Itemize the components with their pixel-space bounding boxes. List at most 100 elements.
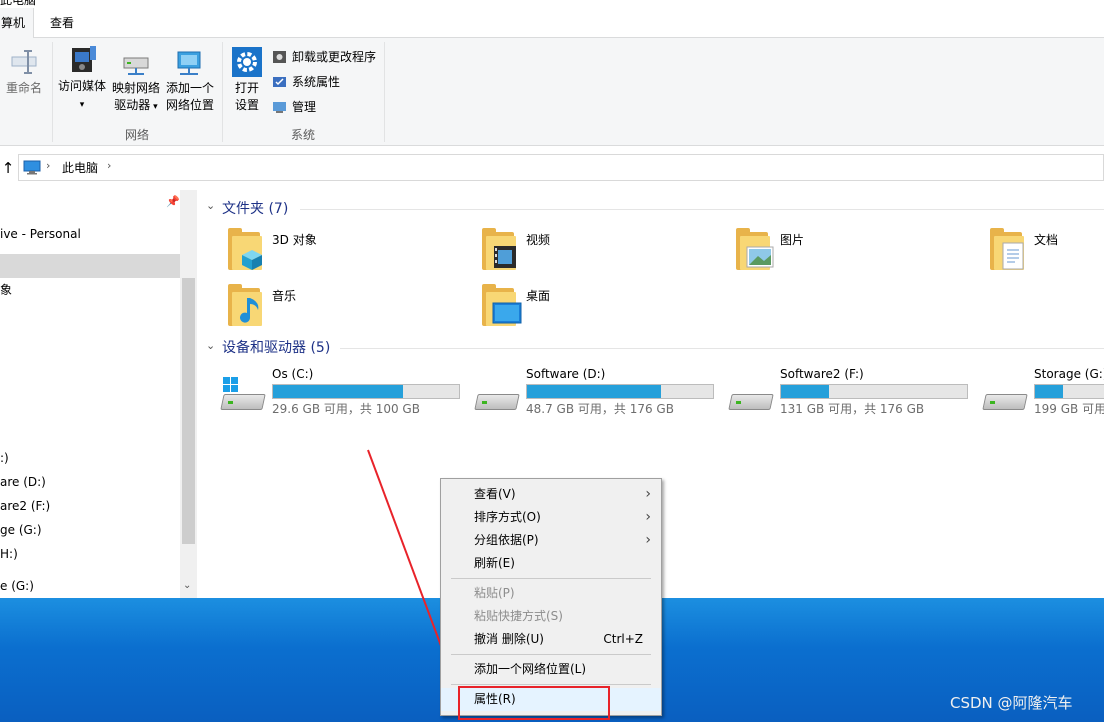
menu-separator <box>451 578 651 579</box>
pin-icon[interactable]: 📌 <box>166 195 180 208</box>
breadcrumb-chevron-icon: › <box>46 159 51 172</box>
drive-free-space: 199 GB 可用 <box>1034 402 1104 416</box>
drive-g-icon[interactable] <box>982 376 1028 414</box>
menu-item-sort[interactable]: 排序方式(O) › <box>441 506 661 529</box>
menu-item-label: 粘贴快捷方式(S) <box>474 609 563 623</box>
menu-item-label: 刷新(E) <box>474 556 515 570</box>
nav-item-drive-h[interactable]: H:) <box>0 543 18 565</box>
drive-c-icon[interactable] <box>220 376 266 414</box>
drives-header[interactable]: 设备和驱动器 (5) <box>222 338 330 358</box>
menu-item-label: 排序方式(O) <box>474 510 541 524</box>
nav-item-drive-d[interactable]: are (D:) <box>0 471 46 493</box>
drive-free-space: 131 GB 可用，共 176 GB <box>780 402 925 416</box>
ribbon: 重命名 访问媒体 ▾ 映射网络 驱动器 ▾ 添加一个 网络位置 网络 打开 设置 <box>0 38 1104 146</box>
section-divider <box>300 209 1104 210</box>
folder-3d-objects-icon[interactable] <box>226 228 270 274</box>
menu-item-view[interactable]: 查看(V) › <box>441 483 661 506</box>
uninstall-program-button[interactable]: 卸载或更改程序 <box>272 47 376 67</box>
menu-item-refresh[interactable]: 刷新(E) <box>441 552 661 575</box>
drive-usage-fill <box>781 385 830 398</box>
drive-name[interactable]: Software (D:) <box>526 366 605 382</box>
nav-item-drive-g[interactable]: ge (G:) <box>0 519 42 541</box>
section-divider <box>340 348 1104 349</box>
menu-item-paste-shortcut[interactable]: 粘贴快捷方式(S) <box>441 605 661 628</box>
drive-usage-fill <box>273 385 404 398</box>
drive-name[interactable]: Software2 (F:) <box>780 366 864 382</box>
drive-usage-bar <box>272 384 460 399</box>
drive-free-space: 48.7 GB 可用，共 176 GB <box>526 402 674 416</box>
breadcrumb-chevron-icon[interactable]: › <box>107 159 111 172</box>
folder-videos-icon[interactable] <box>480 228 524 274</box>
folder-label[interactable]: 3D 对象 <box>272 231 317 249</box>
gear-icon <box>231 46 263 78</box>
folder-label[interactable]: 音乐 <box>272 287 296 305</box>
menu-item-group[interactable]: 分组依据(P) › <box>441 529 661 552</box>
drive-d-icon[interactable] <box>474 376 520 414</box>
collapse-chevron-icon[interactable]: ⌄ <box>206 199 215 212</box>
menu-item-label: 分组依据(P) <box>474 533 539 547</box>
manage-label: 管理 <box>292 100 317 114</box>
uninstall-label: 卸载或更改程序 <box>292 50 377 64</box>
address-bar[interactable]: › 此电脑 › <box>18 154 1104 181</box>
nav-item-drive-f[interactable]: are2 (F:) <box>0 495 50 517</box>
menu-separator <box>451 684 651 685</box>
system-properties-button[interactable]: 系统属性 <box>272 72 340 92</box>
rename-button[interactable]: 重命名 <box>4 46 44 97</box>
annotation-highlight-box <box>458 686 610 720</box>
ribbon-tabs: 算机 查看 <box>0 8 1104 39</box>
context-menu: 查看(V) › 排序方式(O) › 分组依据(P) › 刷新(E) 粘贴(P) 粘贴快… <box>440 478 662 716</box>
system-properties-label: 系统属性 <box>292 75 341 89</box>
folder-music-icon[interactable] <box>226 284 270 330</box>
tab-view[interactable]: 查看 <box>38 8 86 39</box>
drive-usage-fill <box>527 385 661 398</box>
network-location-icon <box>174 46 206 78</box>
menu-item-paste[interactable]: 粘贴(P) <box>441 582 661 605</box>
folder-label[interactable]: 视频 <box>526 231 550 249</box>
nav-item-3d-objects[interactable]: 象 <box>0 279 12 301</box>
nav-scrollbar-thumb[interactable] <box>182 278 195 544</box>
ribbon-separator <box>52 42 53 142</box>
map-network-drive-button[interactable]: 映射网络 驱动器 ▾ <box>110 46 162 116</box>
drive-name[interactable]: Os (C:) <box>272 366 313 382</box>
nav-item-network-drive[interactable]: e (G:) <box>0 575 34 597</box>
nav-selected-item[interactable] <box>0 254 180 278</box>
network-drive-icon <box>120 46 152 78</box>
up-arrow-icon[interactable]: ↑ <box>0 158 16 178</box>
menu-separator <box>451 654 651 655</box>
submenu-arrow-icon: › <box>645 486 651 502</box>
scroll-down-icon[interactable]: ⌄ <box>183 580 191 591</box>
drive-usage-bar <box>1034 384 1104 399</box>
tab-computer[interactable]: 算机 <box>0 8 34 39</box>
open-settings-label-2: 设置 <box>234 98 259 112</box>
menu-item-undo-delete[interactable]: 撤消 删除(U) Ctrl+Z <box>441 628 661 651</box>
folder-pictures-icon[interactable] <box>734 228 778 274</box>
open-settings-label-1: 打开 <box>234 81 259 95</box>
nav-item-onedrive[interactable]: ive - Personal <box>0 223 81 245</box>
folder-documents-icon[interactable] <box>988 228 1032 274</box>
menu-item-add-network-location[interactable]: 添加一个网络位置(L) <box>441 658 661 681</box>
manage-button[interactable]: 管理 <box>272 97 316 117</box>
folder-label[interactable]: 桌面 <box>526 287 550 305</box>
folder-label[interactable]: 图片 <box>780 231 804 249</box>
menu-item-shortcut: Ctrl+Z <box>603 632 643 646</box>
open-settings-button[interactable]: 打开 设置 <box>228 46 266 114</box>
access-media-button[interactable]: 访问媒体 ▾ <box>56 44 108 114</box>
nav-item-drive-c[interactable]: :) <box>0 447 9 469</box>
folder-desktop-icon[interactable] <box>480 284 524 330</box>
folders-header[interactable]: 文件夹 (7) <box>222 199 288 219</box>
folder-label[interactable]: 文档 <box>1034 231 1058 249</box>
network-group-label: 网络 <box>124 128 149 142</box>
access-media-label: 访问媒体 <box>57 79 106 93</box>
add-location-label-1: 添加一个 <box>165 81 214 95</box>
add-network-location-button[interactable]: 添加一个 网络位置 <box>164 46 216 114</box>
submenu-arrow-icon: › <box>645 532 651 548</box>
drive-free-space: 29.6 GB 可用，共 100 GB <box>272 402 420 416</box>
drive-usage-bar <box>526 384 714 399</box>
breadcrumb-this-pc[interactable]: 此电脑 <box>62 159 98 176</box>
drive-name[interactable]: Storage (G:) <box>1034 366 1104 382</box>
system-group-label: 系统 <box>290 128 315 142</box>
drive-f-icon[interactable] <box>728 376 774 414</box>
map-drive-label-1: 映射网络 <box>111 81 160 95</box>
collapse-chevron-icon[interactable]: ⌄ <box>206 339 215 352</box>
watermark: CSDN @阿隆汽车 <box>950 694 1073 712</box>
